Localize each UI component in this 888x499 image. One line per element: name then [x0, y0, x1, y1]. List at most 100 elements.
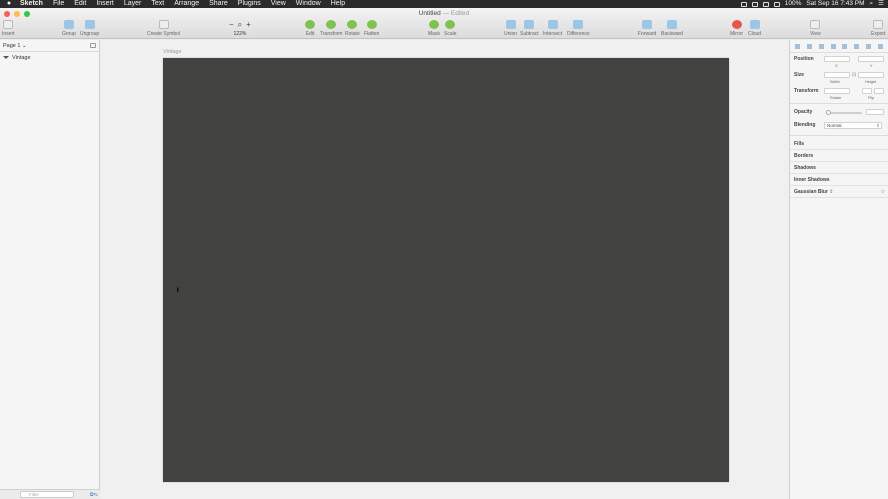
scale-button[interactable]: Scale — [444, 20, 457, 37]
x-field[interactable] — [824, 56, 850, 62]
menu-file[interactable]: File — [53, 0, 64, 8]
align-middle-icon[interactable] — [842, 43, 848, 49]
zoom-out-button[interactable]: − — [229, 20, 234, 29]
height-label: Height — [865, 80, 876, 84]
artboard-label[interactable]: Vintage — [163, 49, 182, 55]
align-left-icon[interactable] — [795, 43, 801, 49]
menu-app[interactable]: Sketch — [20, 0, 43, 8]
menu-window[interactable]: Window — [296, 0, 321, 8]
lock-ratio-icon[interactable]: ⊡ — [852, 72, 856, 78]
subtract-button[interactable]: Subtract — [520, 20, 539, 37]
notification-center-icon[interactable]: ☰ — [878, 0, 884, 8]
create-symbol-button[interactable]: Create Symbol — [147, 20, 180, 37]
align-center-icon[interactable] — [807, 43, 813, 49]
distribute-horizontal-icon[interactable] — [865, 43, 871, 49]
battery-status[interactable]: 100% — [785, 0, 802, 8]
align-right-icon[interactable] — [818, 43, 824, 49]
blending-select[interactable]: Normal ⇕ — [824, 122, 882, 129]
edit-icon — [305, 20, 315, 29]
size-row: Size ⊡ Width Height — [790, 69, 888, 85]
borders-section[interactable]: Borders — [790, 150, 888, 162]
layer-filter-bar: Filter ⧉✎ — [0, 489, 100, 499]
spotlight-icon[interactable]: ⌕ — [870, 0, 874, 8]
cloud-icon[interactable] — [751, 1, 758, 7]
rotate-button[interactable]: Rotate — [345, 20, 360, 37]
menu-insert[interactable]: Insert — [96, 0, 114, 8]
inner-shadows-section[interactable]: Inner Shadows — [790, 174, 888, 186]
disclosure-triangle-icon[interactable] — [3, 56, 9, 59]
shadows-section[interactable]: Shadows — [790, 162, 888, 174]
flip-vertical-button[interactable] — [874, 88, 884, 94]
align-top-icon[interactable] — [830, 43, 836, 49]
layer-name: Vintage — [12, 54, 31, 61]
document-name[interactable]: Untitled — [419, 10, 441, 17]
opacity-field[interactable] — [866, 109, 884, 115]
height-field[interactable] — [858, 72, 884, 78]
page-selector[interactable]: Page 1 ⌄ — [0, 40, 99, 52]
zoom-in-button[interactable]: + — [246, 20, 251, 29]
opacity-slider-knob[interactable] — [826, 110, 831, 115]
rotate-label: Rotate — [830, 96, 842, 100]
y-field[interactable] — [858, 56, 884, 62]
add-page-icon[interactable] — [90, 43, 96, 48]
backward-button[interactable]: Backward — [661, 20, 683, 37]
zoom-control: − ⌕ + 122% — [229, 20, 251, 37]
mask-button[interactable]: Mask — [428, 20, 440, 37]
intersect-button[interactable]: Intersect — [543, 20, 562, 37]
wifi-icon[interactable] — [762, 1, 769, 7]
cloud-icon — [749, 20, 760, 29]
filter-input[interactable]: Filter — [20, 491, 74, 498]
ungroup-button[interactable]: Ungroup — [80, 20, 99, 37]
layer-item[interactable]: Vintage — [0, 52, 99, 63]
artboard[interactable] — [163, 58, 729, 482]
difference-button[interactable]: Difference — [567, 20, 590, 37]
menu-text[interactable]: Text — [151, 0, 164, 8]
menu-view[interactable]: View — [271, 0, 286, 8]
menu-bar: ● Sketch File Edit Insert Layer Text Arr… — [0, 0, 888, 8]
menu-plugins[interactable]: Plugins — [238, 0, 261, 8]
divider — [790, 135, 888, 136]
dropbox-icon[interactable] — [740, 1, 747, 7]
volume-icon[interactable] — [773, 1, 780, 7]
edit-tools-icon[interactable]: ⧉✎ — [90, 492, 98, 498]
insert-button[interactable]: Insert — [2, 20, 15, 37]
menu-arrange[interactable]: Arrange — [174, 0, 199, 8]
edit-button[interactable]: Edit — [305, 20, 315, 37]
opacity-label: Opacity — [794, 109, 813, 115]
stepper-icon[interactable]: ⇕ — [829, 189, 833, 195]
size-label: Size — [794, 72, 805, 78]
mask-icon — [428, 20, 439, 29]
menu-layer[interactable]: Layer — [124, 0, 142, 8]
align-bottom-icon[interactable] — [854, 43, 860, 49]
flip-horizontal-button[interactable] — [862, 88, 872, 94]
distribute-vertical-icon[interactable] — [877, 43, 883, 49]
canvas[interactable]: Vintage — [101, 40, 789, 499]
fills-section[interactable]: Fills — [790, 138, 888, 150]
width-label: Width — [830, 80, 840, 84]
page-name[interactable]: Page 1 — [3, 43, 20, 49]
mirror-button[interactable]: Mirror — [730, 20, 743, 37]
union-icon — [505, 20, 516, 29]
flatten-button[interactable]: Flatten — [364, 20, 379, 37]
width-field[interactable] — [824, 72, 850, 78]
zoom-level[interactable]: 122% — [234, 31, 247, 37]
union-button[interactable]: Union — [504, 20, 517, 37]
menu-help[interactable]: Help — [331, 0, 345, 8]
rotate-field[interactable] — [824, 88, 850, 94]
gaussian-blur-section[interactable]: Gaussian Blur ⇕ ⚙ — [790, 186, 888, 198]
transform-button[interactable]: Transform — [320, 20, 343, 37]
apple-icon[interactable]: ● — [4, 0, 14, 8]
settings-icon[interactable]: ⚙ — [881, 189, 885, 195]
forward-button[interactable]: Forward — [638, 20, 656, 37]
magnifier-icon[interactable]: ⌕ — [238, 20, 242, 29]
menu-edit[interactable]: Edit — [74, 0, 86, 8]
cloud-button[interactable]: Cloud — [748, 20, 761, 37]
clock[interactable]: Sat Sep 16 7:43 PM — [806, 0, 864, 8]
export-button[interactable]: Export — [871, 20, 885, 37]
align-toolbar — [790, 40, 888, 53]
opacity-slider[interactable] — [826, 110, 862, 115]
menu-share[interactable]: Share — [209, 0, 228, 8]
position-label: Position — [794, 56, 814, 62]
view-button[interactable]: View — [810, 20, 821, 37]
group-button[interactable]: Group — [62, 20, 76, 37]
